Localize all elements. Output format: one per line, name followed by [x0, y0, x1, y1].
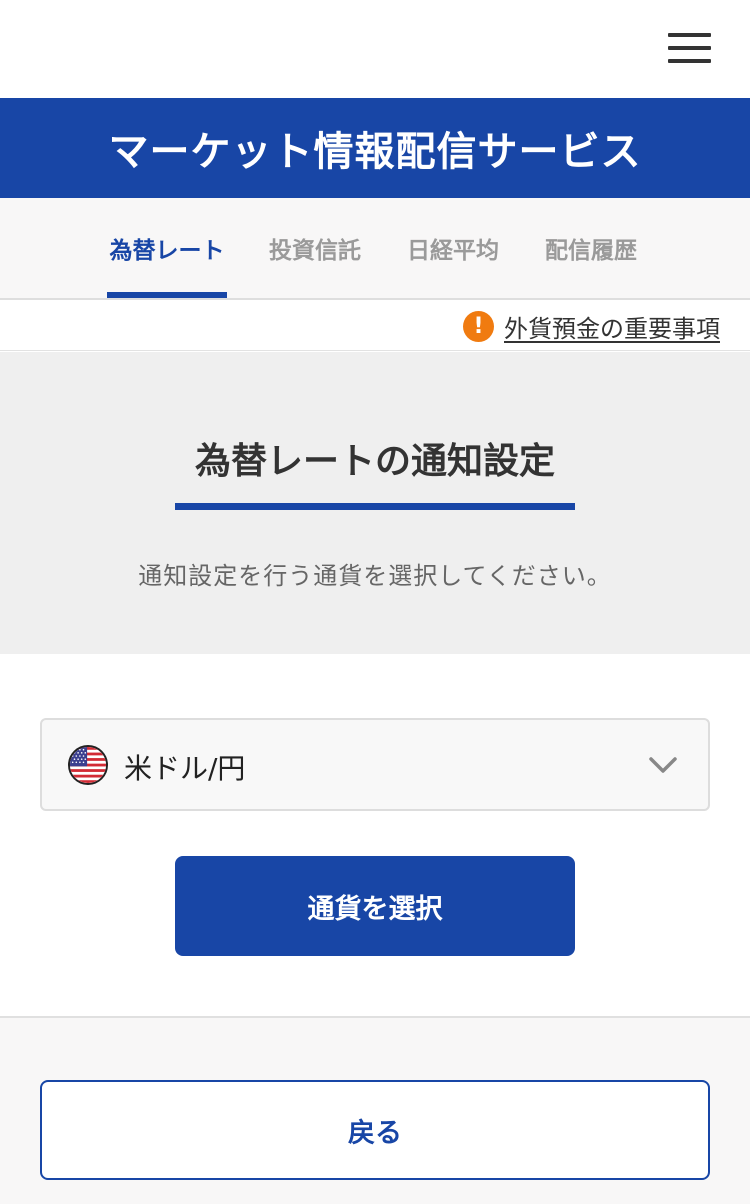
- us-flag-icon: [68, 745, 108, 785]
- title-underline: [175, 503, 575, 510]
- tab-bar: 為替レート 投資信託 日経平均 配信履歴: [0, 198, 750, 300]
- tab-nikkei-average[interactable]: 日経平均: [400, 198, 506, 298]
- menu-line: [668, 46, 711, 50]
- currency-select[interactable]: 米ドル/円: [40, 718, 710, 811]
- banner-title: マーケット情報配信サービス: [108, 129, 642, 175]
- service-banner: マーケット情報配信サービス: [0, 98, 750, 198]
- page-title: 為替レートの通知設定: [194, 441, 555, 482]
- back-button[interactable]: 戻る: [40, 1080, 710, 1180]
- tab-investment-trust[interactable]: 投資信託: [262, 198, 368, 298]
- tab-exchange-rate[interactable]: 為替レート: [107, 198, 227, 298]
- important-notice-label: 外貨預金の重要事項: [504, 315, 720, 343]
- footer: 戻る: [0, 1016, 750, 1204]
- select-currency-button[interactable]: 通貨を選択: [175, 856, 575, 956]
- menu-line: [668, 59, 711, 63]
- important-notice-link[interactable]: ! 外貨預金の重要事項: [463, 309, 720, 344]
- page-description: 通知設定を行う通貨を選択してください。: [138, 562, 612, 590]
- tab-delivery-history[interactable]: 配信履歴: [538, 198, 644, 298]
- notice-row: ! 外貨預金の重要事項: [0, 300, 750, 351]
- warning-icon: !: [463, 311, 494, 342]
- menu-line: [668, 33, 711, 37]
- chevron-down-icon: [649, 757, 677, 773]
- hamburger-menu-icon[interactable]: [668, 33, 711, 63]
- top-bar: [0, 0, 750, 98]
- selected-currency: 米ドル/円: [124, 752, 246, 785]
- settings-hero: 為替レートの通知設定 通知設定を行う通貨を選択してください。: [0, 352, 750, 654]
